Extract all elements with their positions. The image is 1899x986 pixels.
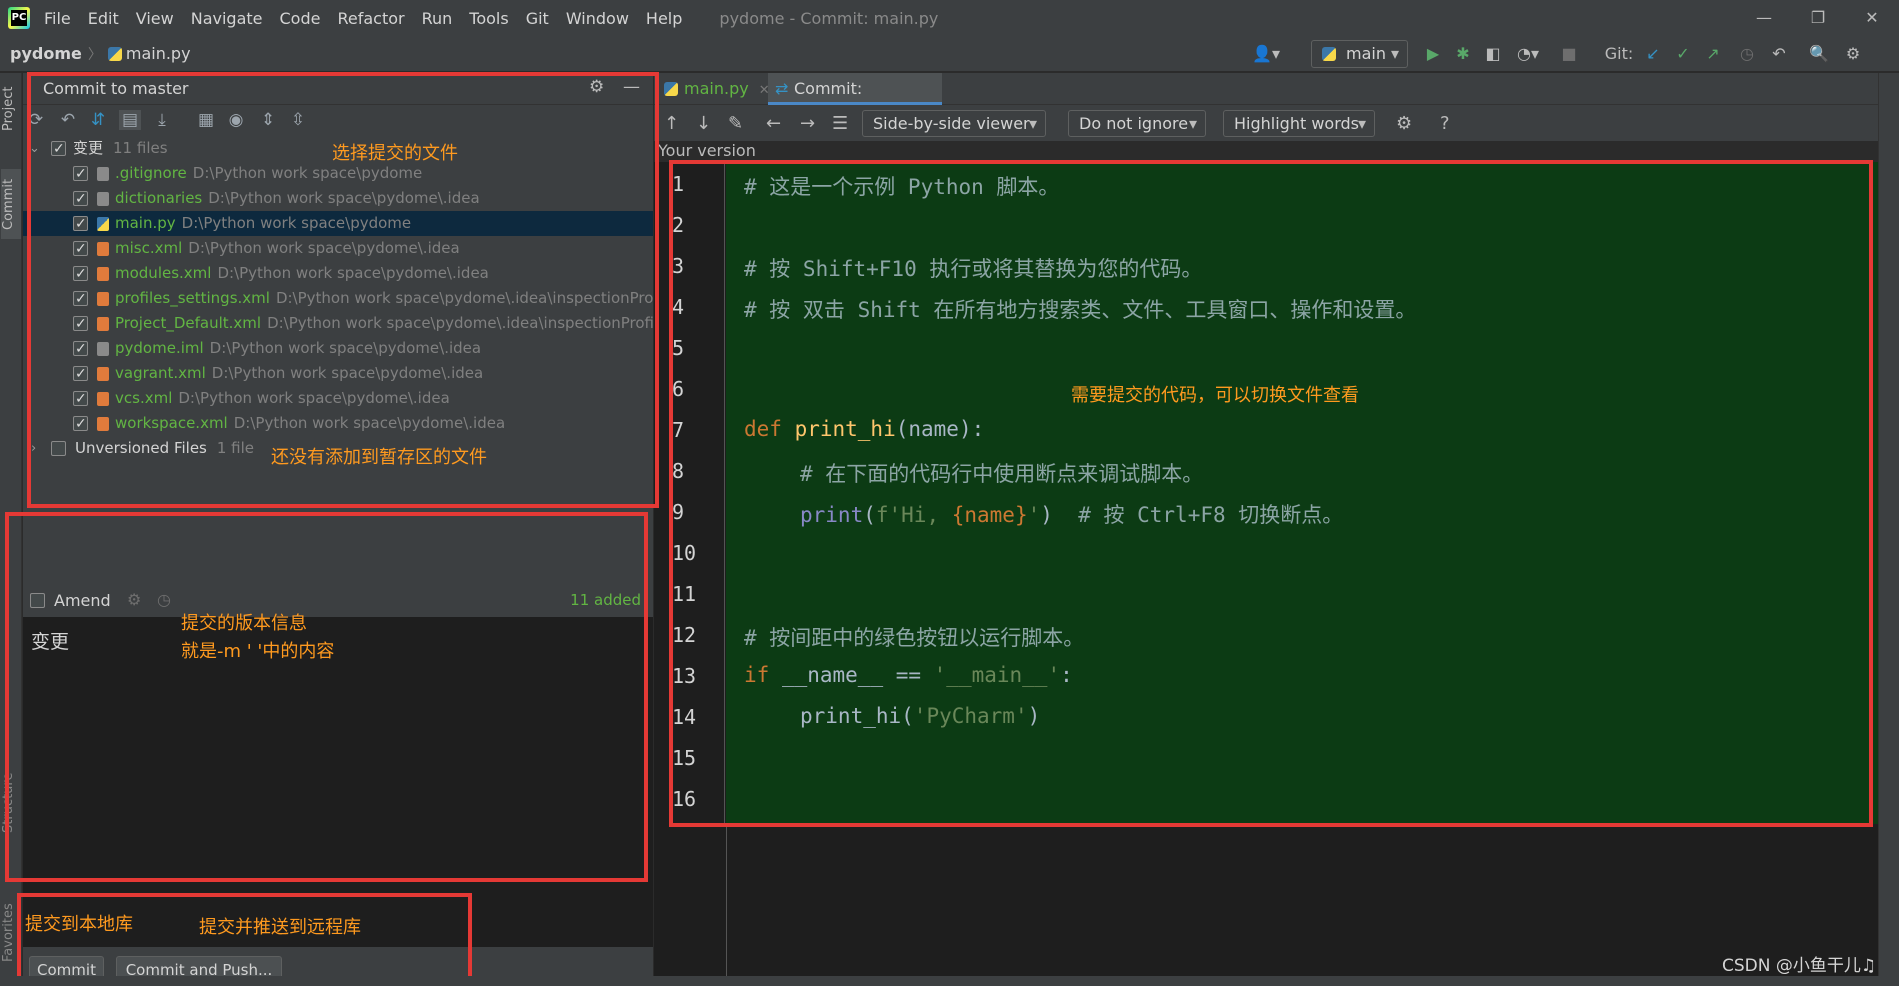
git-push-icon[interactable]: ↗ xyxy=(1702,42,1724,66)
your-version-label: Your version xyxy=(658,141,756,160)
profile-icon[interactable]: ◔▾ xyxy=(1512,42,1544,66)
commit-tool-tab[interactable]: Commit xyxy=(1,169,21,239)
menu-help[interactable]: Help xyxy=(646,9,682,28)
note-commit-local: 提交到本地库 xyxy=(25,914,133,935)
menu-code[interactable]: Code xyxy=(280,9,321,28)
search-icon[interactable]: 🔍 xyxy=(1808,42,1830,66)
note-unversioned: 还没有添加到暂存区的文件 xyxy=(271,447,487,468)
git-label: Git: xyxy=(1604,44,1634,63)
menu-navigate[interactable]: Navigate xyxy=(191,9,263,28)
note-message-1: 提交的版本信息 xyxy=(181,613,307,634)
ignore-dropdown[interactable]: Do not ignore xyxy=(1068,110,1206,137)
back-icon[interactable]: ← xyxy=(766,113,781,134)
menu-edit[interactable]: Edit xyxy=(88,9,119,28)
project-tool-tab[interactable]: Project xyxy=(1,79,21,139)
menu-git[interactable]: Git xyxy=(526,9,549,28)
viewer-dropdown[interactable]: Side-by-side viewer xyxy=(862,110,1046,137)
menu-window[interactable]: Window xyxy=(566,9,629,28)
chevron-down-icon: ▾ xyxy=(1390,44,1399,63)
menu-view[interactable]: View xyxy=(136,9,174,28)
menu-bar: File Edit View Navigate Code Refactor Ru… xyxy=(44,9,699,28)
annotation-box-code xyxy=(669,160,1873,827)
forward-icon[interactable]: → xyxy=(800,113,815,134)
diff-icon: ⇄ xyxy=(775,79,789,98)
stop-icon[interactable]: ■ xyxy=(1558,42,1580,66)
minimize-icon[interactable]: — xyxy=(1737,0,1791,36)
watermark: CSDN @小鱼干儿♫ xyxy=(1722,956,1877,976)
restore-icon[interactable]: ❐ xyxy=(1791,0,1845,36)
user-icon[interactable]: 👤▾ xyxy=(1250,42,1282,66)
git-update-icon[interactable]: ↙ xyxy=(1642,42,1664,66)
tab-label: main.py xyxy=(684,79,749,98)
breadcrumb-project[interactable]: pydome xyxy=(10,44,82,63)
highlight-dropdown[interactable]: Highlight words xyxy=(1223,110,1375,137)
status-bar xyxy=(0,976,1899,986)
tab-commit-main-py[interactable]: ⇄ Commit: main.py✕ xyxy=(768,73,942,130)
file-list-icon[interactable]: ☰ xyxy=(832,113,848,134)
annotation-box-message xyxy=(5,512,648,882)
debug-icon[interactable]: ✱ xyxy=(1452,42,1474,66)
editor-tabs: main.py✕ ⇄ Commit: main.py✕ xyxy=(654,73,1878,130)
note-message-2: 就是-m ' '中的内容 xyxy=(181,641,335,662)
breadcrumb-file[interactable]: main.py xyxy=(126,44,191,63)
next-diff-icon[interactable]: ↓ xyxy=(696,113,711,134)
run-config-selector[interactable]: main ▾ xyxy=(1311,40,1408,68)
prev-diff-icon[interactable]: ↑ xyxy=(664,113,679,134)
run-config-label: main xyxy=(1346,44,1386,63)
menu-run[interactable]: Run xyxy=(422,9,453,28)
note-code: 需要提交的代码，可以切换文件查看 xyxy=(1071,385,1359,406)
tab-main-py[interactable]: main.py ✕ xyxy=(658,73,770,105)
rollback-icon[interactable]: ↶ xyxy=(1768,42,1790,66)
git-commit-icon[interactable]: ✓ xyxy=(1672,42,1694,66)
coverage-icon[interactable]: ◧ xyxy=(1482,42,1504,66)
python-icon xyxy=(1322,47,1336,61)
right-tool-stripe xyxy=(1878,73,1899,986)
note-commit-remote: 提交并推送到远程库 xyxy=(199,917,361,938)
run-icon[interactable]: ▶ xyxy=(1422,42,1444,66)
help-icon[interactable]: ? xyxy=(1440,113,1450,134)
annotation-box-buttons xyxy=(17,893,472,986)
breadcrumb-separator-icon: 〉 xyxy=(87,46,102,63)
menu-file[interactable]: File xyxy=(44,9,71,28)
edit-source-icon[interactable]: ✎ xyxy=(728,113,743,134)
diff-settings-gear-icon[interactable]: ⚙ xyxy=(1396,113,1412,134)
window-title: pydome - Commit: main.py xyxy=(719,8,939,28)
close-icon[interactable]: ✕ xyxy=(1845,0,1899,36)
menu-tools[interactable]: Tools xyxy=(469,9,508,28)
history-icon[interactable]: ◷ xyxy=(1736,42,1758,66)
editor-empty-area xyxy=(726,824,1878,986)
python-file-icon xyxy=(107,46,122,61)
python-file-icon xyxy=(664,82,678,96)
note-select-files: 选择提交的文件 xyxy=(332,143,458,164)
diff-toolbar: ↑ ↓ ✎ ← → ☰ Side-by-side viewer Do not i… xyxy=(654,105,1878,141)
title-bar: File Edit View Navigate Code Refactor Ru… xyxy=(0,0,1899,36)
settings-gear-icon[interactable]: ⚙ xyxy=(1842,42,1864,66)
pycharm-logo-icon xyxy=(8,7,30,29)
menu-refactor[interactable]: Refactor xyxy=(337,9,404,28)
